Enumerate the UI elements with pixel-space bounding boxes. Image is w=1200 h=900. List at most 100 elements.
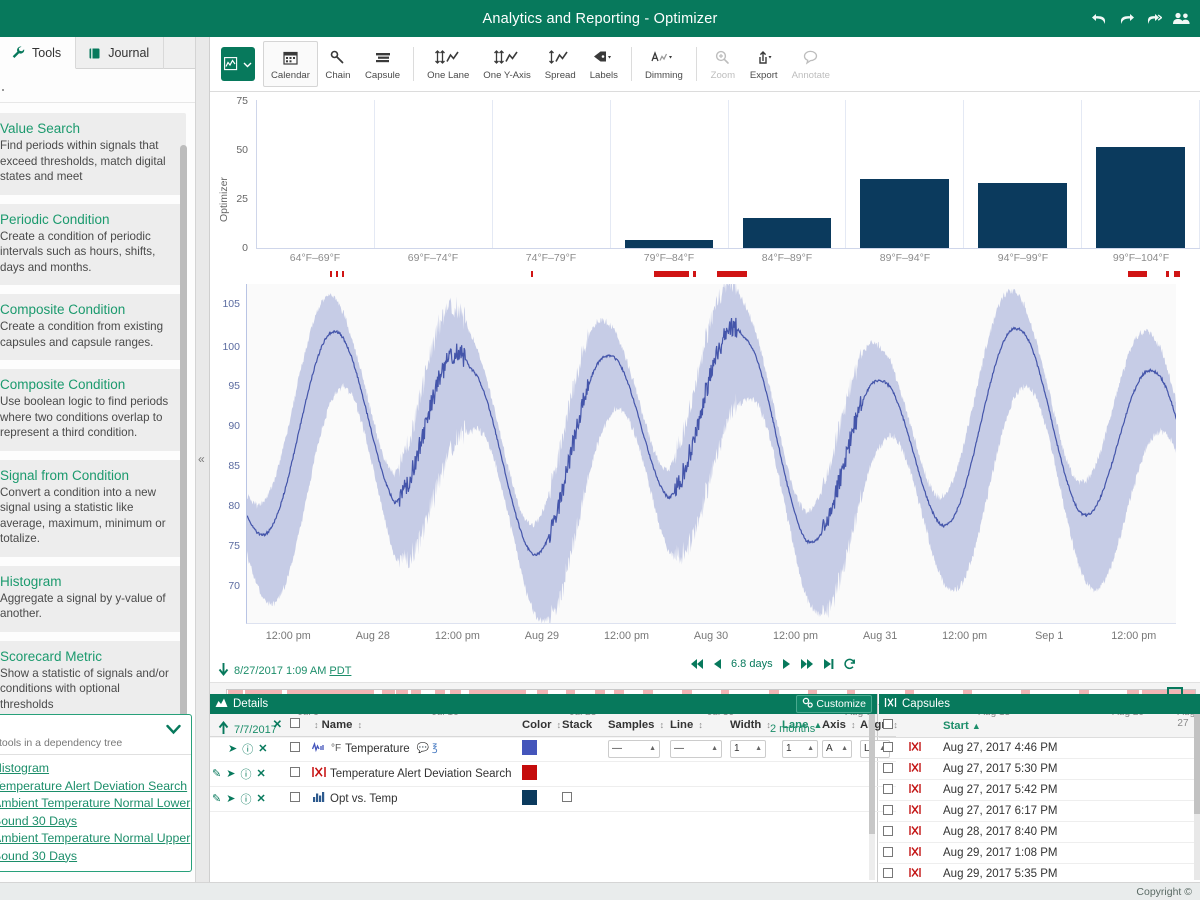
width-field-control[interactable]: 1 ▲ bbox=[730, 739, 766, 758]
chart-type-button[interactable] bbox=[221, 47, 255, 81]
capsule-checkbox[interactable] bbox=[883, 783, 893, 794]
histogram-bar[interactable] bbox=[742, 218, 832, 248]
sort-icon[interactable]: ↕ bbox=[358, 720, 363, 730]
sidebar-collapse-handle[interactable]: « bbox=[196, 37, 210, 882]
histogram-bin[interactable] bbox=[257, 100, 375, 248]
capsule-marker[interactable] bbox=[693, 271, 696, 277]
remove-all-icon[interactable]: ✕ bbox=[273, 719, 282, 731]
info-icon[interactable]: ⓘ bbox=[240, 766, 251, 782]
histogram-bar[interactable] bbox=[624, 240, 714, 248]
capsule-checkbox[interactable] bbox=[883, 762, 893, 773]
details-scrollbar[interactable] bbox=[869, 714, 875, 880]
stepper-icon[interactable]: ▲ bbox=[711, 745, 718, 752]
trend-chart[interactable]: 105 100 95 90 85 80 75 70 12:00 pm Aug 28… bbox=[210, 268, 1200, 738]
toolbar-annotate-button[interactable]: Annotate bbox=[785, 41, 837, 87]
sort-icon[interactable]: ↕ bbox=[766, 720, 771, 730]
redo-icon[interactable] bbox=[1118, 11, 1135, 26]
sort-icon[interactable]: ↕ bbox=[314, 720, 319, 730]
tool-card[interactable]: Signal from Condition Convert a conditio… bbox=[0, 459, 186, 557]
info-icon[interactable]: ⓘ bbox=[240, 791, 251, 807]
toolbar-dimming-button[interactable]: Dimming bbox=[638, 41, 690, 87]
sort-icon[interactable]: ↕ bbox=[851, 720, 856, 730]
capsule-checkbox[interactable] bbox=[883, 741, 893, 752]
lane-field-control[interactable]: 1 ▲ bbox=[782, 739, 818, 758]
color-swatch[interactable] bbox=[522, 739, 537, 755]
histogram-bin[interactable] bbox=[1082, 100, 1200, 248]
stepper-icon[interactable]: ▲ bbox=[807, 745, 814, 752]
undo-icon[interactable] bbox=[1091, 11, 1108, 26]
capsule-marker[interactable] bbox=[1128, 271, 1147, 277]
dependency-link[interactable]: Ambient Temperature Normal Upper bbox=[0, 830, 191, 848]
trend-start-time[interactable]: 8/27/2017 1:09 AM PDT bbox=[234, 665, 351, 677]
dependency-link[interactable]: Bound 30 Days bbox=[0, 848, 191, 866]
histogram-chart[interactable]: Optimizer 75 50 25 0 64°F–69°F 69°F–74°F 7… bbox=[210, 95, 1200, 268]
chevron-left-icon[interactable]: « bbox=[198, 452, 205, 466]
axis-field-control[interactable]: A ▲ bbox=[822, 739, 852, 758]
toolbar-export-button[interactable]: Export bbox=[743, 41, 785, 87]
tool-card[interactable]: Composite Condition Create a condition f… bbox=[0, 294, 186, 360]
remove-icon[interactable]: ✕ bbox=[256, 767, 265, 780]
capsule-marker[interactable] bbox=[654, 271, 689, 277]
users-icon[interactable] bbox=[1172, 11, 1192, 26]
details-scrollbar-thumb[interactable] bbox=[869, 714, 875, 834]
tool-card[interactable]: Histogram Aggregate a signal by y-value … bbox=[0, 565, 186, 632]
row-color-cell[interactable] bbox=[520, 736, 560, 762]
capsule-checkbox[interactable] bbox=[883, 846, 893, 857]
sort-icon[interactable]: ↕ bbox=[557, 720, 562, 730]
capsule-marker[interactable] bbox=[342, 271, 344, 277]
step-back-button[interactable] bbox=[713, 658, 722, 670]
refresh-button[interactable] bbox=[843, 658, 856, 670]
histogram-bin[interactable] bbox=[729, 100, 847, 248]
select-all-checkbox[interactable] bbox=[290, 718, 300, 729]
histogram-bin[interactable] bbox=[375, 100, 493, 248]
dependency-link[interactable]: Temperature Alert Deviation Search bbox=[0, 778, 191, 796]
capsule-marker[interactable] bbox=[717, 271, 747, 277]
samples-field-control[interactable]: — ▲ bbox=[608, 739, 660, 758]
info-icon[interactable]: ⓘ bbox=[242, 741, 253, 757]
table-row[interactable]: ✎ ➤ ⓘ ✕ Temperature Alert Deviation Search bbox=[210, 761, 896, 787]
table-row[interactable]: ✎ ➤ ⓘ ✕ Opt vs. Temp bbox=[210, 786, 896, 812]
remove-icon[interactable]: ✕ bbox=[258, 742, 267, 755]
histogram-bin[interactable] bbox=[493, 100, 611, 248]
tab-tools[interactable]: Tools bbox=[0, 37, 77, 69]
histogram-bar[interactable] bbox=[978, 182, 1068, 248]
histogram-bin[interactable] bbox=[964, 100, 1083, 248]
list-item[interactable]: Aug 28, 2017 8:40 PM bbox=[879, 821, 1200, 843]
list-item[interactable]: Aug 27, 2017 4:46 PM bbox=[879, 737, 1200, 759]
pin-icon[interactable]: ➤ bbox=[226, 767, 235, 780]
row-checkbox[interactable] bbox=[290, 767, 300, 777]
stepper-icon[interactable]: ▲ bbox=[841, 745, 848, 752]
stepper-icon[interactable]: ▲ bbox=[755, 745, 762, 752]
tools-list-scroll[interactable]: Value Search Find periods within signals… bbox=[0, 69, 195, 734]
sort-icon[interactable]: ↕ bbox=[698, 720, 703, 730]
stepper-icon[interactable]: ▲ bbox=[649, 745, 656, 752]
capsules-scrollbar[interactable] bbox=[1194, 714, 1200, 880]
timezone-label[interactable]: PDT bbox=[329, 665, 351, 677]
play-button[interactable] bbox=[782, 658, 791, 670]
pin-icon[interactable]: ➤ bbox=[226, 792, 235, 805]
histogram-bin[interactable] bbox=[846, 100, 965, 248]
row-color-cell[interactable] bbox=[520, 761, 560, 787]
row-name[interactable]: Temperature Alert Deviation Search bbox=[330, 768, 512, 780]
capsule-marker[interactable] bbox=[1174, 271, 1180, 277]
row-checkbox[interactable] bbox=[290, 792, 300, 802]
tools-search-row[interactable] bbox=[0, 69, 195, 103]
toolbar-calendar-button[interactable]: Calendar bbox=[263, 41, 318, 87]
list-item[interactable]: Aug 27, 2017 5:42 PM bbox=[879, 779, 1200, 801]
tool-card[interactable]: Periodic Condition Create a condition of… bbox=[0, 203, 186, 285]
edit-icon[interactable]: ✎ bbox=[212, 767, 221, 780]
histogram-bar[interactable] bbox=[1096, 147, 1185, 248]
toolbar-one-y-axis-button[interactable]: One Y-Axis bbox=[476, 41, 537, 87]
table-row[interactable]: ➤ⓘ✕°FTemperature💬 ℥—▲—▲1▲1▲A▲L▲ bbox=[210, 736, 896, 762]
color-swatch[interactable] bbox=[522, 789, 537, 805]
sidebar-scrollbar-thumb[interactable] bbox=[180, 145, 187, 785]
capsule-marker[interactable] bbox=[1166, 271, 1169, 277]
capsule-checkbox[interactable] bbox=[883, 867, 893, 878]
chevron-down-icon[interactable] bbox=[166, 722, 181, 739]
capsule-marker[interactable] bbox=[336, 271, 338, 277]
row-checkbox[interactable] bbox=[290, 742, 300, 752]
dependency-link[interactable]: Histogram bbox=[0, 760, 191, 778]
row-color-cell[interactable] bbox=[520, 786, 560, 812]
skip-to-start-button[interactable] bbox=[690, 658, 704, 670]
pin-icon[interactable]: ➤ bbox=[228, 742, 237, 755]
